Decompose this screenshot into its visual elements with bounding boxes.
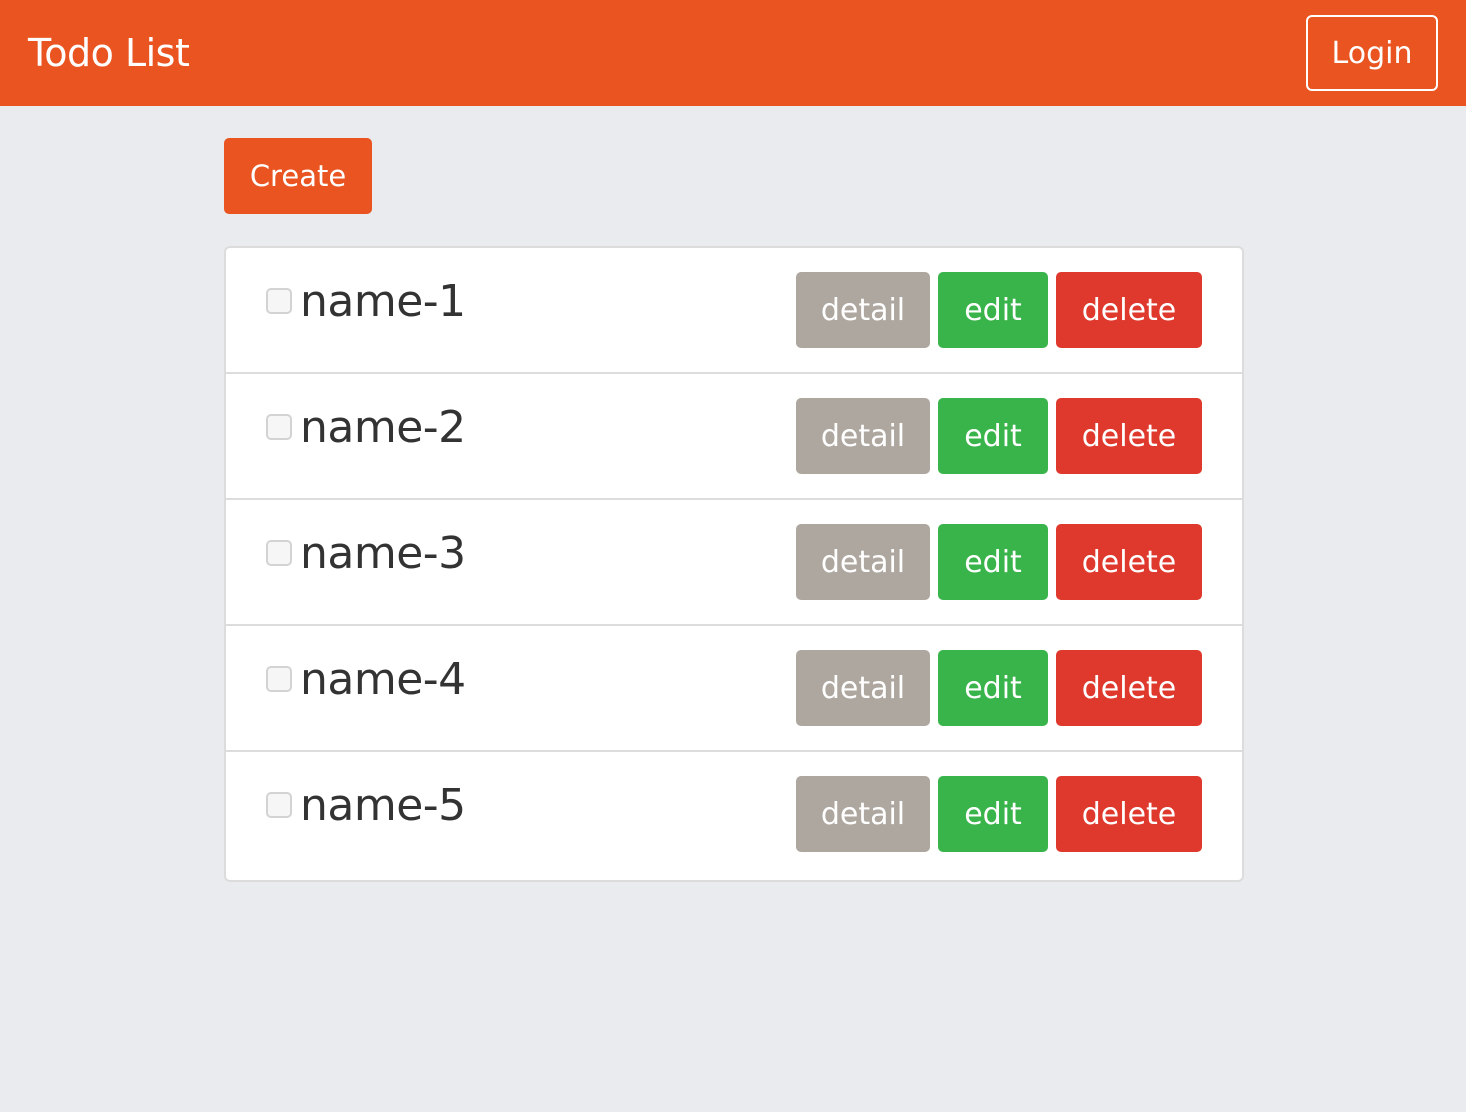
edit-button-3[interactable]: edit <box>938 524 1048 600</box>
todo-item-4: name-4 detail edit delete <box>226 626 1242 752</box>
todo-checkbox-5[interactable] <box>266 792 292 818</box>
edit-button-5[interactable]: edit <box>938 776 1048 852</box>
detail-button-2[interactable]: detail <box>796 398 930 474</box>
todo-list: name-1 detail edit delete name-2 detail … <box>224 246 1244 882</box>
todo-actions-4: detail edit delete <box>796 650 1202 726</box>
todo-checkbox-3[interactable] <box>266 540 292 566</box>
todo-name-1: name-1 <box>300 276 466 327</box>
todo-actions-5: detail edit delete <box>796 776 1202 852</box>
todo-item-2: name-2 detail edit delete <box>226 374 1242 500</box>
create-button[interactable]: Create <box>224 138 372 214</box>
todo-actions-2: detail edit delete <box>796 398 1202 474</box>
detail-button-5[interactable]: detail <box>796 776 930 852</box>
todo-name-3: name-3 <box>300 528 466 579</box>
todo-checkbox-2[interactable] <box>266 414 292 440</box>
detail-button-1[interactable]: detail <box>796 272 930 348</box>
todo-name-2: name-2 <box>300 402 466 453</box>
edit-button-2[interactable]: edit <box>938 398 1048 474</box>
todo-checkbox-4[interactable] <box>266 666 292 692</box>
app-title[interactable]: Todo List <box>28 34 190 72</box>
top-navbar: Todo List Login <box>0 0 1466 106</box>
login-button[interactable]: Login <box>1306 15 1438 91</box>
detail-button-3[interactable]: detail <box>796 524 930 600</box>
todo-item-3: name-3 detail edit delete <box>226 500 1242 626</box>
todo-actions-3: detail edit delete <box>796 524 1202 600</box>
todo-name-4: name-4 <box>300 654 466 705</box>
todo-item-1: name-1 detail edit delete <box>226 248 1242 374</box>
delete-button-3[interactable]: delete <box>1056 524 1202 600</box>
delete-button-2[interactable]: delete <box>1056 398 1202 474</box>
edit-button-1[interactable]: edit <box>938 272 1048 348</box>
todo-checkbox-1[interactable] <box>266 288 292 314</box>
delete-button-5[interactable]: delete <box>1056 776 1202 852</box>
delete-button-1[interactable]: delete <box>1056 272 1202 348</box>
delete-button-4[interactable]: delete <box>1056 650 1202 726</box>
detail-button-4[interactable]: detail <box>796 650 930 726</box>
todo-name-5: name-5 <box>300 780 466 831</box>
edit-button-4[interactable]: edit <box>938 650 1048 726</box>
todo-actions-1: detail edit delete <box>796 272 1202 348</box>
todo-item-5: name-5 detail edit delete <box>226 752 1242 880</box>
